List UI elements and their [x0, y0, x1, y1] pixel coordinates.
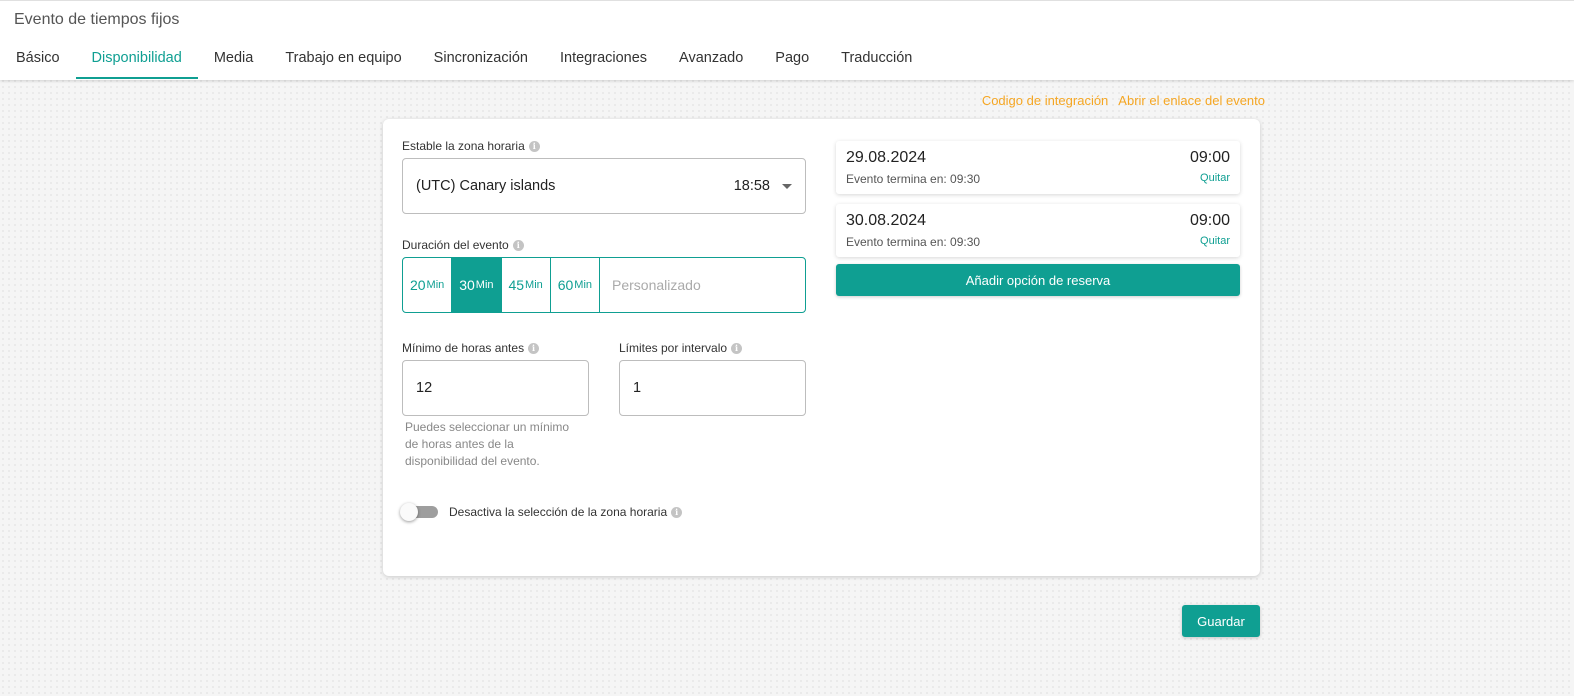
info-icon[interactable]: i: [512, 239, 524, 251]
duration-options: 20 Min 30 Min 45 Min 60 Min: [402, 257, 806, 313]
tab-bar: Básico Disponibilidad Media Trabajo en e…: [0, 39, 928, 81]
min-hours-input[interactable]: [402, 360, 589, 416]
duration-unit: Min: [475, 279, 494, 291]
timezone-toggle-label-text: Desactiva la selección de la zona horari…: [449, 505, 668, 519]
tab-basico[interactable]: Básico: [0, 39, 76, 79]
duration-20-button[interactable]: 20 Min: [403, 258, 453, 312]
tab-media[interactable]: Media: [198, 39, 270, 79]
duration-value: 60: [557, 277, 574, 293]
tab-disponibilidad[interactable]: Disponibilidad: [75, 39, 198, 79]
duration-label: Duración del evento i: [402, 238, 524, 252]
save-button[interactable]: Guardar: [1182, 605, 1260, 637]
availability-card: Estable la zona horaria i (UTC) Canary i…: [383, 119, 1260, 576]
duration-value: 45: [508, 277, 525, 293]
slot-end-time: Evento termina en: 09:30: [846, 235, 981, 249]
toggle-knob: [400, 503, 418, 521]
booking-slot: 29.08.2024 Evento termina en: 09:30 09:0…: [836, 141, 1240, 194]
slot-date: 30.08.2024: [846, 212, 927, 229]
info-icon[interactable]: i: [671, 506, 683, 518]
timezone-select[interactable]: (UTC) Canary islands 18:58: [402, 158, 806, 214]
duration-30-button[interactable]: 30 Min: [452, 258, 502, 312]
top-bar: Evento de tiempos fijos Básico Disponibi…: [0, 0, 1574, 80]
duration-label-text: Duración del evento: [402, 238, 509, 252]
duration-60-button[interactable]: 60 Min: [551, 258, 600, 312]
tab-sincronizacion[interactable]: Sincronización: [418, 39, 544, 79]
top-links: Codigo de integración Abrir el enlace de…: [982, 93, 1265, 108]
duration-unit: Min: [525, 279, 543, 291]
tab-avanzado[interactable]: Avanzado: [663, 39, 759, 79]
min-hours-label: Mínimo de horas antes i: [402, 341, 540, 355]
timezone-toggle-label: Desactiva la selección de la zona horari…: [449, 505, 683, 519]
interval-limit-label: Límites por intervalo i: [619, 341, 743, 355]
add-booking-option-button[interactable]: Añadir opción de reserva: [836, 264, 1240, 296]
min-hours-helper: Puedes seleccionar un mínimo de horas an…: [405, 420, 570, 468]
tab-traduccion[interactable]: Traducción: [825, 39, 928, 79]
timezone-value: (UTC) Canary islands: [416, 178, 556, 194]
page-title: Evento de tiempos fijos: [14, 11, 180, 28]
tab-integraciones[interactable]: Integraciones: [544, 39, 663, 79]
booking-slot: 30.08.2024 Evento termina en: 09:30 09:0…: [836, 204, 1240, 257]
duration-45-button[interactable]: 45 Min: [502, 258, 551, 312]
remove-slot-link[interactable]: Quitar: [1200, 235, 1230, 247]
open-event-link[interactable]: Abrir el enlace del evento: [1118, 93, 1265, 108]
remove-slot-link[interactable]: Quitar: [1200, 172, 1230, 184]
integration-code-link[interactable]: Codigo de integración: [982, 93, 1108, 108]
duration-unit: Min: [574, 279, 593, 291]
interval-limit-input[interactable]: [619, 360, 806, 416]
tab-pago[interactable]: Pago: [759, 39, 825, 79]
interval-limit-label-text: Límites por intervalo: [619, 341, 728, 355]
info-icon[interactable]: i: [528, 140, 540, 152]
info-icon[interactable]: i: [528, 342, 540, 354]
slot-time: 09:00: [1189, 149, 1230, 166]
slot-time: 09:00: [1189, 212, 1230, 229]
timezone-toggle[interactable]: [400, 503, 438, 521]
timezone-label: Estable la zona horaria i: [402, 139, 540, 153]
info-icon[interactable]: i: [731, 342, 743, 354]
slot-date: 29.08.2024: [846, 149, 927, 166]
tab-trabajo-en-equipo[interactable]: Trabajo en equipo: [269, 39, 417, 79]
timezone-current-time: 18:58: [733, 178, 770, 194]
slot-end-time: Evento termina en: 09:30: [846, 172, 981, 186]
duration-value: 30: [459, 277, 475, 293]
custom-duration-input[interactable]: [600, 258, 805, 312]
timezone-label-text: Estable la zona horaria: [402, 139, 525, 153]
min-hours-label-text: Mínimo de horas antes: [402, 341, 525, 355]
duration-unit: Min: [426, 279, 445, 291]
chevron-down-icon: [782, 183, 792, 189]
duration-value: 20: [409, 277, 426, 293]
